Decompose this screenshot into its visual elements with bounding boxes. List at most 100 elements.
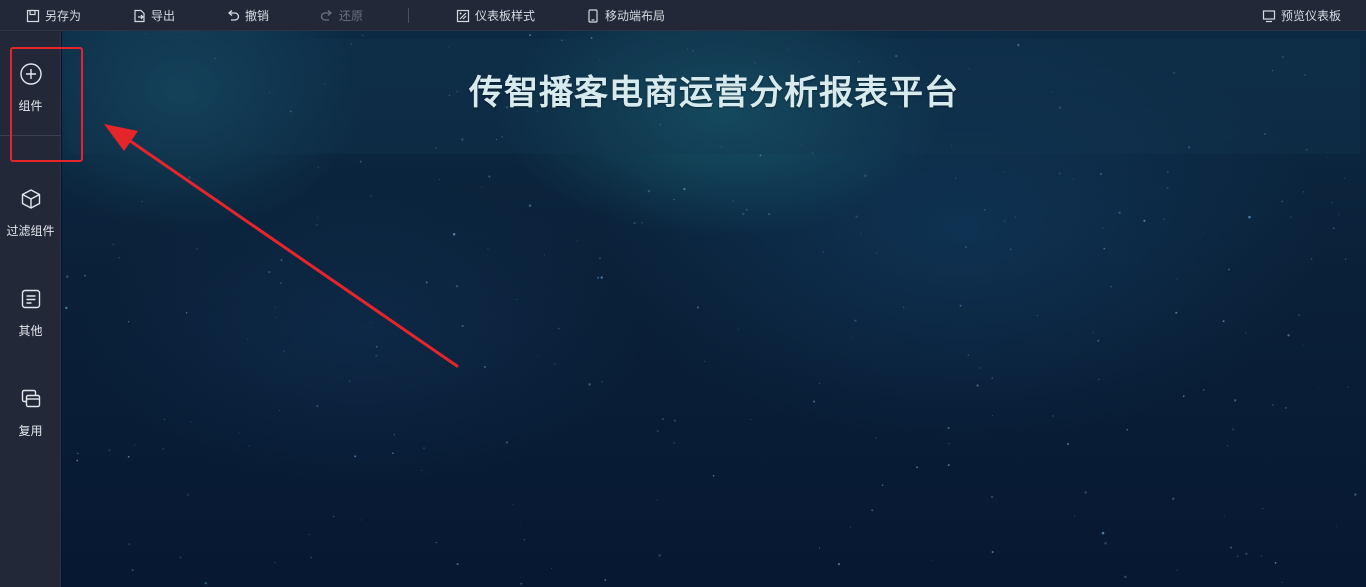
star	[1335, 525, 1337, 527]
star	[745, 208, 748, 211]
document-icon	[21, 289, 40, 309]
palette-icon	[456, 9, 470, 22]
star	[1274, 562, 1277, 564]
save-as-label: 另存为	[45, 9, 82, 23]
star	[712, 474, 715, 477]
star	[543, 254, 546, 256]
undo-button[interactable]: 撤销	[226, 0, 269, 31]
star	[598, 257, 602, 260]
star	[1162, 218, 1165, 221]
star	[1344, 258, 1347, 260]
star	[435, 541, 437, 544]
star	[822, 251, 824, 253]
sidebar-item-other[interactable]: 其他	[0, 288, 61, 339]
star	[536, 355, 538, 357]
star	[967, 354, 969, 356]
star	[354, 455, 357, 458]
export-button[interactable]: 导出	[132, 0, 175, 31]
title-widget[interactable]: 传智播客电商运营分析报表平台	[68, 39, 1360, 154]
star	[1166, 186, 1169, 190]
star	[280, 259, 283, 262]
star	[1236, 555, 1239, 558]
star	[600, 276, 603, 279]
star	[768, 213, 771, 216]
star	[505, 441, 508, 444]
star	[188, 176, 191, 179]
star	[732, 200, 735, 203]
star	[1167, 171, 1169, 173]
star	[315, 224, 318, 226]
star	[633, 221, 636, 225]
star	[647, 189, 651, 193]
star	[991, 377, 994, 380]
star	[316, 405, 319, 408]
sidebar-item-components[interactable]: 组件	[0, 63, 61, 136]
star	[275, 317, 277, 319]
preview-dashboard-button[interactable]: 预览仪表板	[1262, 0, 1341, 31]
star	[1084, 491, 1087, 494]
star	[1289, 216, 1292, 219]
star	[656, 499, 658, 501]
star	[1234, 399, 1237, 402]
star	[112, 243, 115, 246]
star	[361, 34, 364, 37]
star	[990, 495, 994, 499]
star	[1284, 406, 1287, 409]
star	[1172, 497, 1175, 500]
star	[662, 418, 664, 420]
sidebar-item-label: 复用	[18, 424, 43, 438]
star	[317, 216, 319, 218]
dashboard-canvas[interactable]: 传智播客电商运营分析报表平台	[62, 31, 1366, 587]
star	[255, 219, 257, 221]
copy-icon	[21, 389, 40, 408]
star	[1222, 320, 1225, 323]
star	[980, 367, 982, 369]
star	[875, 437, 877, 439]
save-as-button[interactable]: 另存为	[26, 0, 81, 31]
star	[902, 306, 905, 309]
star	[359, 160, 362, 163]
sidebar-item-reuse[interactable]: 复用	[0, 388, 61, 439]
star	[439, 178, 441, 181]
star	[759, 154, 762, 157]
star	[1310, 258, 1313, 260]
redo-button[interactable]: 还原	[320, 0, 363, 31]
star	[673, 442, 675, 444]
mobile-layout-button[interactable]: 移动端布局	[586, 0, 665, 31]
star	[1260, 555, 1263, 557]
star	[332, 515, 335, 518]
save-icon	[26, 9, 40, 22]
star	[1248, 215, 1251, 219]
star	[274, 306, 276, 308]
star	[703, 360, 706, 363]
star	[947, 464, 950, 467]
star	[855, 215, 858, 218]
star	[1245, 552, 1248, 555]
star	[688, 506, 690, 508]
export-icon	[134, 9, 145, 22]
star	[1103, 247, 1106, 250]
star	[948, 443, 950, 445]
star	[1126, 428, 1128, 431]
star	[65, 306, 68, 310]
star	[1347, 386, 1349, 388]
dashboard-style-button[interactable]: 仪表板样式	[456, 0, 535, 31]
top-toolbar: 另存为 导出 撤销 还原 仪表板样式 移动端布局 预览仪表板	[0, 0, 1366, 31]
star	[1175, 311, 1178, 314]
star	[520, 522, 522, 524]
star	[423, 447, 425, 450]
star	[1354, 493, 1357, 496]
star	[108, 449, 111, 452]
star	[246, 338, 248, 340]
star	[1202, 233, 1204, 235]
star	[248, 445, 250, 447]
star	[128, 543, 131, 546]
monitor-icon	[1262, 9, 1276, 22]
star	[813, 400, 816, 403]
star	[1297, 314, 1300, 317]
sidebar-item-filter-components[interactable]: 过滤组件	[0, 188, 61, 239]
star	[1110, 285, 1113, 288]
star	[528, 204, 532, 207]
star	[1182, 395, 1185, 398]
star	[1202, 389, 1205, 391]
